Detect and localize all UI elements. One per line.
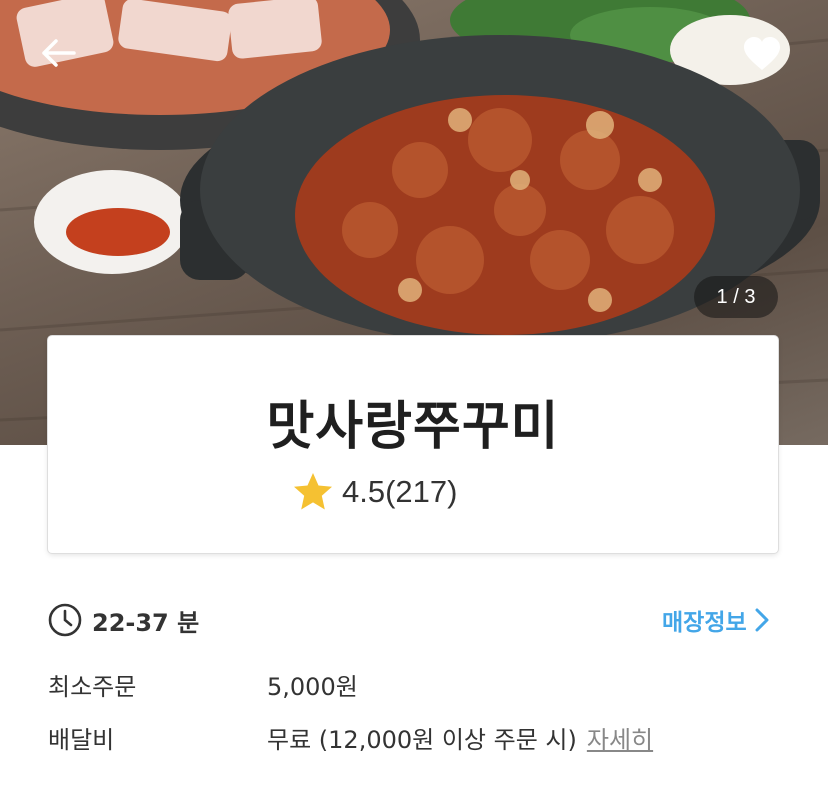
store-card: 맛사랑쭈꾸미 4.5(217) bbox=[48, 336, 778, 553]
clock-icon bbox=[48, 603, 82, 637]
back-arrow-icon bbox=[42, 39, 76, 67]
favorite-button[interactable] bbox=[742, 36, 788, 80]
min-order-value: 5,000원 bbox=[267, 672, 358, 701]
min-order-label: 최소주문 bbox=[48, 672, 137, 701]
rating-value: 4.5(217) bbox=[342, 474, 458, 509]
rating[interactable]: 4.5(217) bbox=[292, 470, 457, 514]
image-counter: 1 / 3 bbox=[694, 276, 778, 318]
back-button[interactable] bbox=[40, 38, 86, 78]
store-info-label: 매장정보 bbox=[662, 610, 747, 636]
star-icon bbox=[294, 473, 332, 510]
heart-icon bbox=[744, 37, 780, 70]
store-name: 맛사랑쭈꾸미 bbox=[266, 397, 560, 457]
chevron-right-icon bbox=[755, 608, 769, 632]
delivery-fee-value: 무료 (12,000원 이상 주문 시) bbox=[267, 725, 577, 754]
delivery-time: 22-37 분 bbox=[48, 600, 199, 640]
delivery-fee-label: 배달비 bbox=[48, 725, 115, 754]
min-order-row: 최소주문 5,000원 bbox=[48, 664, 358, 704]
delivery-time-value: 22-37 분 bbox=[92, 608, 200, 637]
store-info-link[interactable]: 매장정보 bbox=[662, 600, 769, 640]
delivery-fee-row: 배달비 무료 (12,000원 이상 주문 시) 자세히 bbox=[48, 717, 653, 757]
details-link[interactable]: 자세히 bbox=[587, 720, 653, 755]
